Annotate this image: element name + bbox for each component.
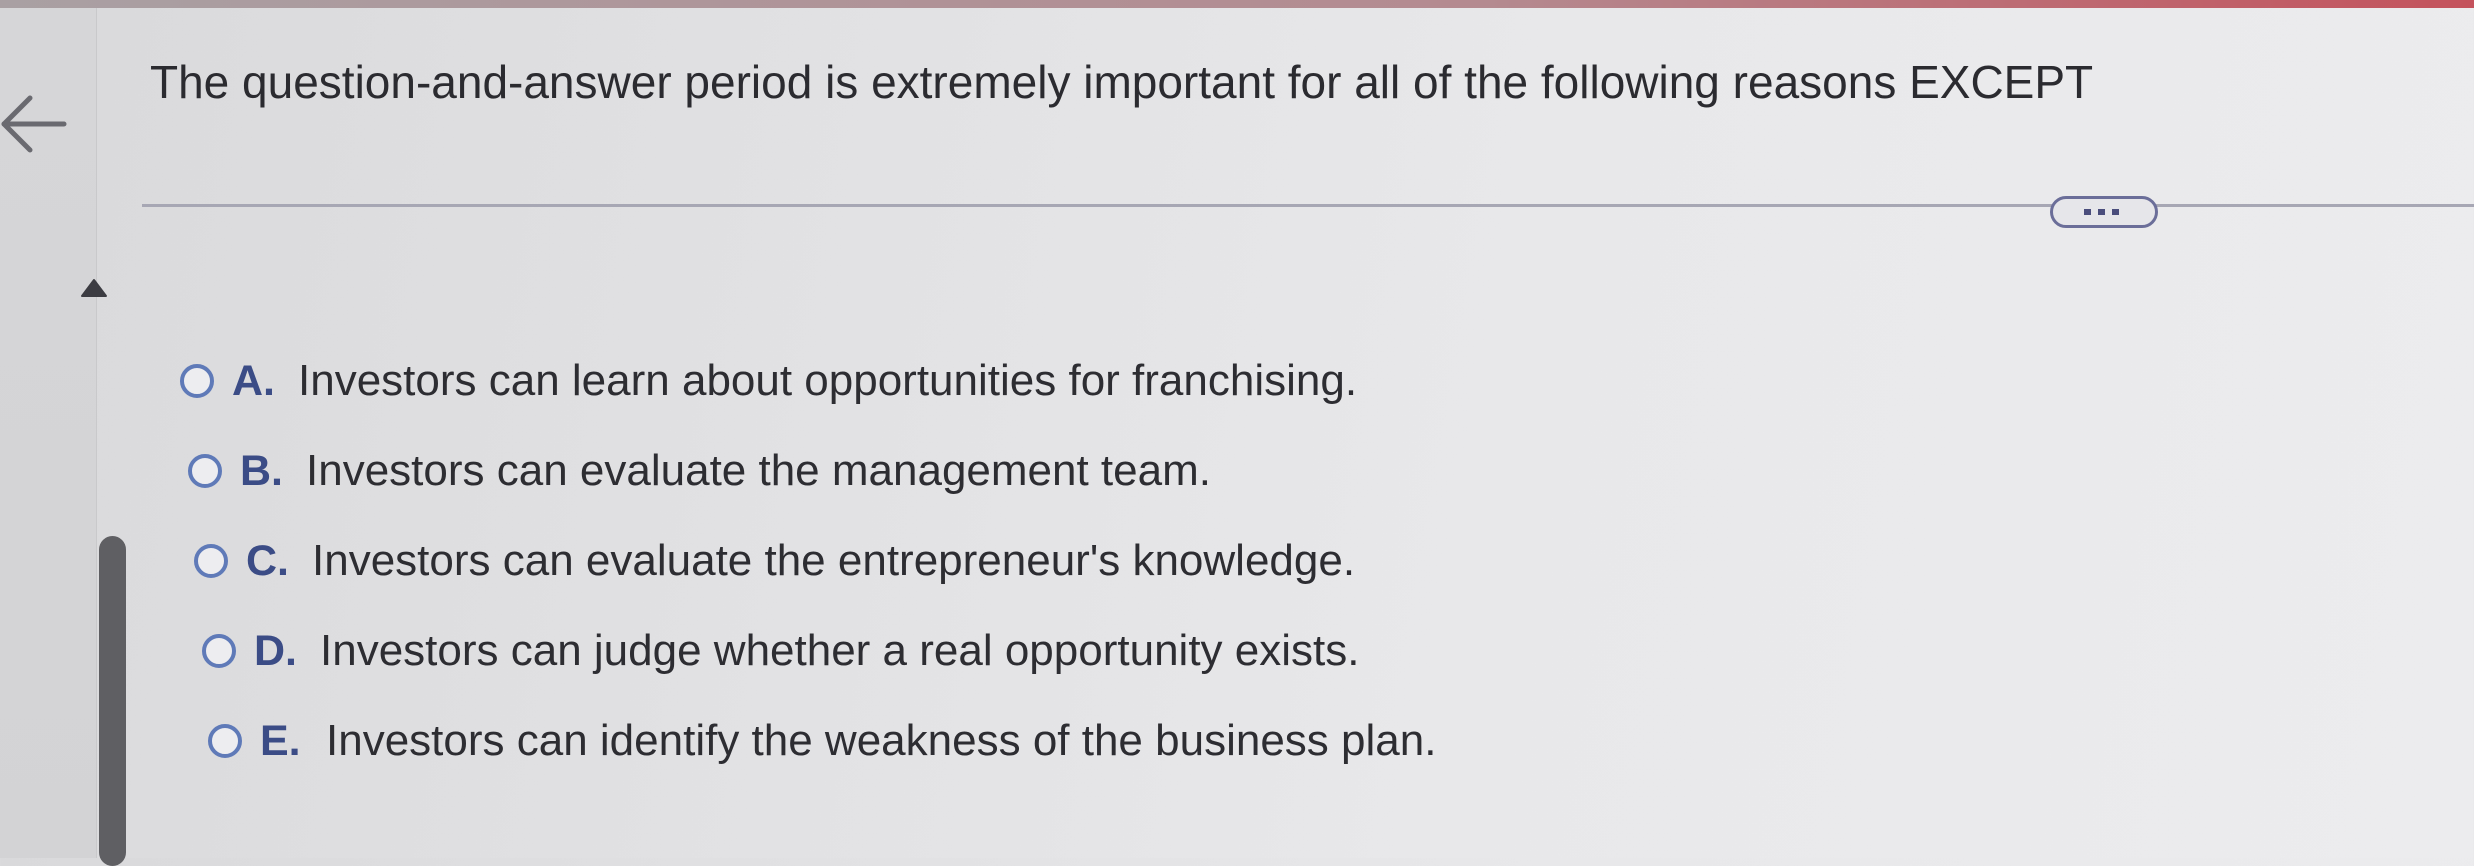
radio-button[interactable] [202, 634, 236, 668]
collapse-button[interactable] [80, 277, 108, 299]
option-letter: A. [232, 356, 275, 405]
top-strip [0, 0, 2474, 8]
option-letter: C. [246, 536, 289, 585]
radio-button[interactable] [180, 364, 214, 398]
option-text: Investors can learn about opportunities … [298, 356, 1358, 405]
radio-button[interactable] [208, 724, 242, 758]
option-e[interactable]: E. Investors can identify the weakness o… [208, 716, 1436, 766]
radio-button[interactable] [188, 454, 222, 488]
option-letter: D. [254, 626, 297, 675]
arrow-left-icon [1, 95, 67, 153]
option-text: Investors can evaluate the management te… [306, 446, 1211, 495]
option-letter: E. [260, 716, 301, 765]
option-text: Investors can evaluate the entrepreneur'… [312, 536, 1356, 585]
radio-button[interactable] [194, 544, 228, 578]
option-d[interactable]: D. Investors can judge whether a real op… [202, 626, 1359, 676]
option-c[interactable]: C. Investors can evaluate the entreprene… [194, 536, 1355, 586]
option-b[interactable]: B. Investors can evaluate the management… [188, 446, 1211, 496]
back-button[interactable] [0, 88, 70, 160]
option-letter: B. [240, 446, 283, 495]
option-text: Investors can judge whether a real oppor… [320, 626, 1360, 675]
option-text: Investors can identify the weakness of t… [326, 716, 1437, 765]
ellipsis-icon [2084, 209, 2119, 215]
scrollbar-thumb[interactable] [99, 536, 126, 866]
caret-up-icon [81, 279, 107, 297]
option-a[interactable]: A. Investors can learn about opportuniti… [180, 356, 1357, 406]
question-text: The question-and-answer period is extrem… [150, 56, 2094, 108]
more-options-button[interactable] [2050, 196, 2158, 228]
